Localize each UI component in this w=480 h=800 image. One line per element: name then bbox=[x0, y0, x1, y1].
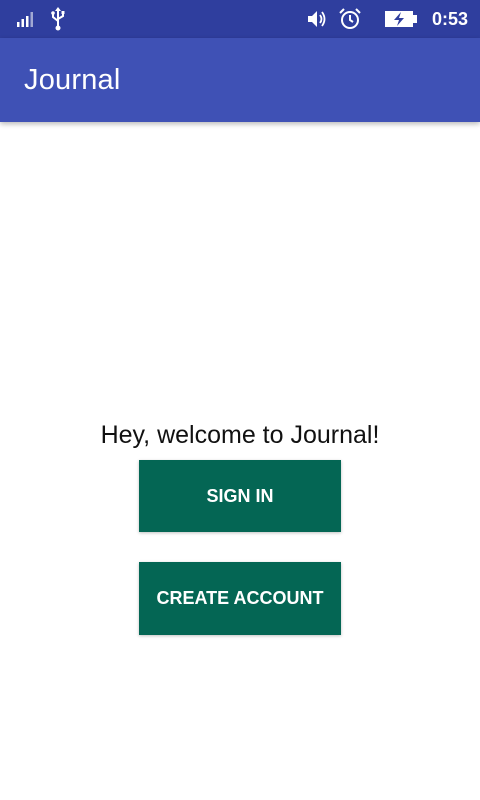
app-bar: Journal bbox=[0, 38, 480, 122]
alarm-icon bbox=[338, 7, 362, 31]
app-title: Journal bbox=[24, 63, 121, 96]
create-account-button[interactable]: CREATE ACCOUNT bbox=[139, 562, 341, 635]
welcome-text: Hey, welcome to Journal! bbox=[100, 421, 380, 449]
status-bar: 0:53 bbox=[0, 0, 480, 38]
sign-in-button[interactable]: SIGN IN bbox=[139, 460, 341, 532]
status-time: 0:53 bbox=[431, 8, 468, 29]
status-right-icons: 0:53 bbox=[306, 0, 468, 38]
main-content: Hey, welcome to Journal! SIGN IN CREATE … bbox=[0, 122, 480, 800]
signal-icon bbox=[16, 10, 36, 28]
usb-icon bbox=[50, 7, 66, 31]
volume-icon bbox=[306, 8, 328, 30]
battery-charging-icon bbox=[384, 10, 418, 28]
status-left-icons bbox=[16, 0, 66, 38]
screen: 0:53 Journal Hey, welcome to Journal! SI… bbox=[0, 0, 480, 800]
